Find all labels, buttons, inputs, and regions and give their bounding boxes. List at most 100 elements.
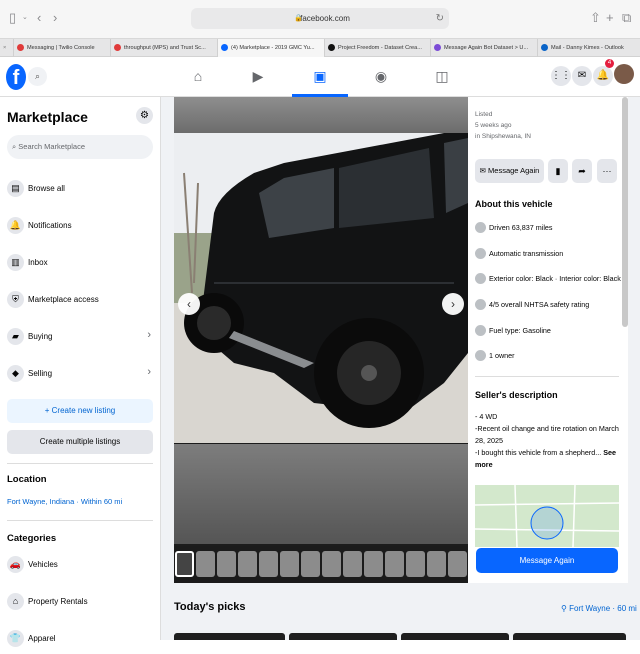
message-again-button[interactable]: ✉ Message Again xyxy=(475,159,544,183)
suv-image xyxy=(174,133,468,443)
home-icon[interactable]: ⌂ xyxy=(183,63,213,89)
product-card[interactable] xyxy=(513,633,626,640)
thumbnail[interactable] xyxy=(238,551,257,577)
thumbnail[interactable] xyxy=(364,551,383,577)
marketplace-icon[interactable]: ▣ xyxy=(305,63,335,89)
store-icon: ▤ xyxy=(7,180,24,197)
sidebar-item-label: Marketplace access xyxy=(28,295,99,304)
outlook-icon xyxy=(541,44,548,52)
thumbnail[interactable] xyxy=(448,551,467,577)
sidebar-item-inbox[interactable]: ▥ Inbox xyxy=(7,250,153,278)
address-bar[interactable]: 🔒 facebook.com ↻ xyxy=(191,8,449,29)
location-map[interactable] xyxy=(475,485,619,547)
scrollbar[interactable] xyxy=(622,97,628,327)
blurred-photo-area xyxy=(174,97,468,133)
tab-label: throughput (MPS) and Trust Sc... xyxy=(124,45,206,51)
save-button[interactable]: ▮ xyxy=(548,159,568,183)
facebook-icon xyxy=(221,44,228,52)
product-card[interactable] xyxy=(401,633,509,640)
share-icon: ➦ xyxy=(578,166,586,176)
listing-details-panel: Listed 5 weeks ago in Shipshewana, IN ✉ … xyxy=(468,97,628,583)
category-apparel[interactable]: 👕 Apparel xyxy=(7,626,153,654)
location-heading: Location xyxy=(7,474,47,485)
chevron-down-icon[interactable]: ⌄ xyxy=(22,10,28,26)
app-icon xyxy=(434,44,441,52)
github-icon xyxy=(328,44,335,52)
thumbnail[interactable] xyxy=(280,551,299,577)
video-icon[interactable]: ▶ xyxy=(243,63,273,89)
tab-label: (4) Marketplace - 2019 GMC Yu... xyxy=(231,45,315,51)
sidebar-item-notifications[interactable]: 🔔 Notifications xyxy=(7,213,153,241)
thumbnail-selected[interactable] xyxy=(175,551,194,577)
thumbnail-strip xyxy=(174,546,468,583)
message-again-bottom-button[interactable]: Message Again xyxy=(476,548,618,573)
thumbnail[interactable] xyxy=(259,551,278,577)
twilio-icon xyxy=(114,44,121,52)
new-tab-icon[interactable]: + xyxy=(606,10,614,26)
more-button[interactable]: ··· xyxy=(597,159,617,183)
forward-icon[interactable]: › xyxy=(53,10,57,26)
thumbnail[interactable] xyxy=(196,551,215,577)
thumbnail[interactable] xyxy=(322,551,341,577)
tab-throughput[interactable]: throughput (MPS) and Trust Sc... xyxy=(110,39,217,57)
tab-project-freedom[interactable]: Project Freedom - Dataset Crea... xyxy=(324,39,430,57)
product-card[interactable] xyxy=(289,633,397,640)
sidebar-item-marketplace-access[interactable]: ⛨ Marketplace access xyxy=(7,287,153,315)
create-listing-button[interactable]: + Create new listing xyxy=(7,399,153,423)
sidebar-item-label: Buying xyxy=(28,332,53,341)
categories-heading: Categories xyxy=(7,533,57,544)
thumbnail[interactable] xyxy=(385,551,404,577)
sidebar-toggle-icon[interactable]: ▯ xyxy=(9,10,16,26)
thumbnail[interactable] xyxy=(217,551,236,577)
picks-location-link[interactable]: ⚲ Fort Wayne · 60 mi xyxy=(561,604,637,613)
groups-icon[interactable]: ◉ xyxy=(366,63,396,89)
sidebar-item-buying[interactable]: ▰ Buying › xyxy=(7,324,153,352)
tab-message-again-dataset[interactable]: Message Again Bot Dataset > U... xyxy=(430,39,537,57)
sidebar-item-browse-all[interactable]: ▤ Browse all xyxy=(7,176,153,204)
avatar[interactable] xyxy=(614,64,634,84)
menu-grid-icon[interactable]: ⋮⋮ xyxy=(551,66,571,86)
lock-icon: 🔒 xyxy=(294,15,303,22)
search-icon[interactable]: ⌕ xyxy=(28,67,47,86)
thumbnail[interactable] xyxy=(427,551,446,577)
tab-label: Message Again Bot Dataset > U... xyxy=(444,45,529,51)
tab-outlook[interactable]: Mail - Danny Kimes - Outlook xyxy=(537,39,640,57)
tab-marketplace[interactable]: (4) Marketplace - 2019 GMC Yu... xyxy=(217,39,324,57)
gaming-icon[interactable]: ◫ xyxy=(427,63,457,89)
thumbnail[interactable] xyxy=(406,551,425,577)
tab-twilio[interactable]: Messaging | Twilio Console xyxy=(13,39,110,57)
person-icon xyxy=(475,350,486,361)
chevron-right-icon: › xyxy=(147,366,151,378)
back-icon[interactable]: ‹ xyxy=(37,10,41,26)
reload-icon[interactable]: ↻ xyxy=(436,8,444,29)
bag-icon: ▰ xyxy=(7,328,24,345)
search-input[interactable]: ⌕ Search Marketplace xyxy=(7,135,153,159)
share-button[interactable]: ➦ xyxy=(572,159,592,183)
gear-icon[interactable]: ⚙ xyxy=(136,107,153,124)
thumbnail[interactable] xyxy=(343,551,362,577)
feature-text: Fuel type: Gasoline xyxy=(489,326,551,335)
product-card[interactable] xyxy=(174,633,285,640)
share-icon[interactable]: ⇧ xyxy=(590,10,601,26)
tab-overview-icon[interactable]: ⧉ xyxy=(622,10,631,26)
category-property-rentals[interactable]: ⌂ Property Rentals xyxy=(7,589,153,617)
inbox-icon: ▥ xyxy=(7,254,24,271)
vehicle-photo xyxy=(174,133,468,443)
location-link[interactable]: Fort Wayne, Indiana · Within 60 mi xyxy=(7,497,122,506)
thumbnail[interactable] xyxy=(301,551,320,577)
next-photo-button[interactable]: › xyxy=(442,293,464,315)
sidebar-item-label: Notifications xyxy=(28,221,72,230)
tab-label: Project Freedom - Dataset Crea... xyxy=(338,45,422,51)
sidebar-item-selling[interactable]: ◆ Selling › xyxy=(7,361,153,389)
close-tab-icon[interactable]: × xyxy=(0,39,13,57)
car-icon: 🚗 xyxy=(7,556,24,573)
category-vehicles[interactable]: 🚗 Vehicles xyxy=(7,552,153,580)
messenger-icon[interactable]: ✉ xyxy=(572,66,592,86)
facebook-logo-icon[interactable]: f xyxy=(6,64,26,90)
previous-photo-button[interactable]: ‹ xyxy=(178,293,200,315)
feature-text: Exterior color: Black · Interior color: … xyxy=(489,274,621,283)
listing-photo-viewer: ‹ › xyxy=(174,97,468,583)
category-label: Property Rentals xyxy=(28,597,88,606)
bell-icon[interactable]: 🔔 xyxy=(593,66,613,86)
create-multiple-listings-button[interactable]: Create multiple listings xyxy=(7,430,153,454)
